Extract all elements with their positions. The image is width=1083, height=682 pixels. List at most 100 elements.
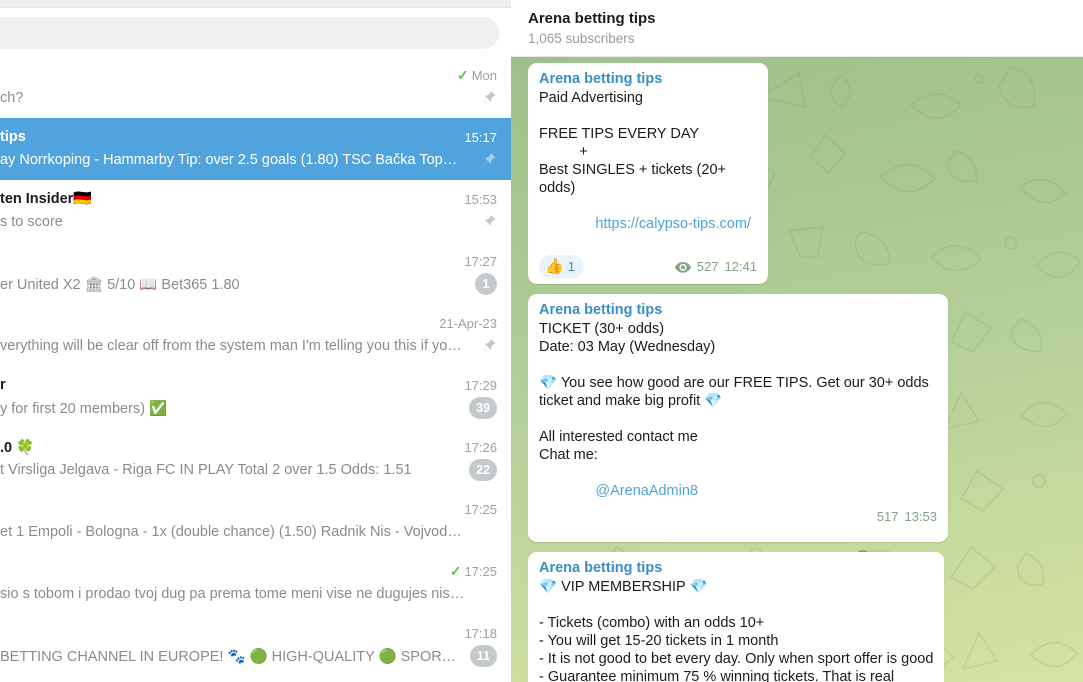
chat-time-text: 17:27 <box>464 253 497 269</box>
chat-title: tips <box>0 129 26 145</box>
chat-preview: ay Norrkoping - Hammarby Tip: over 2.5 g… <box>0 152 465 168</box>
message-mention[interactable]: @ArenaAdmin8 <box>595 483 698 499</box>
chat-meta: 39 <box>469 397 497 419</box>
chat-preview: t Virsliga Jelgava - Riga FC IN PLAY Tot… <box>0 462 412 478</box>
message-text: TICKET (30+ odds) Date: 03 May (Wednesda… <box>539 321 929 463</box>
chat-timestamp: 21-Apr-23 <box>439 316 497 331</box>
chat-title-text: ten Insider <box>0 191 74 207</box>
message-meta: 527 12:41 <box>674 259 757 274</box>
chat-preview: y for first 20 members) ✅ <box>0 400 168 417</box>
chat-list-panel: ✓ Mon ch? tips 15:17 ay Norrkoping - Ham… <box>0 0 511 682</box>
pin-icon <box>481 90 497 106</box>
chat-meta <box>475 90 497 106</box>
chat-timestamp: 15:17 <box>464 130 497 145</box>
unread-badge: 11 <box>469 645 497 667</box>
search-input[interactable] <box>0 25 485 41</box>
chat-list-item[interactable]: 17:27 er United X2 🏛 5/10 📖 Bet365 1.80 … <box>0 242 511 304</box>
chat-preview: sio s tobom i prodao tvoj dug pa prema t… <box>0 586 465 602</box>
unread-badge: 39 <box>469 397 497 419</box>
chat-header-title: Arena betting tips <box>528 10 656 27</box>
message-author[interactable]: Arena betting tips <box>539 301 937 320</box>
chat-timestamp: 17:26 <box>464 440 497 455</box>
pin-icon <box>481 152 497 168</box>
chat-time-text: Mon <box>471 67 497 83</box>
message-bubble[interactable]: Arena betting tips Paid Advertising FREE… <box>528 63 768 284</box>
message-link[interactable]: https://calypso-tips.com/ <box>595 216 751 232</box>
message-row: Arena betting tips 💎 VIP MEMBERSHIP 💎 - … <box>511 552 1083 682</box>
message-list[interactable]: Arena betting tips Paid Advertising FREE… <box>511 57 1083 682</box>
message-text: Paid Advertising FREE TIPS EVERY DAY + B… <box>539 90 726 196</box>
chat-preview: BETTING CHANNEL IN EUROPE! 🐾 🟢 HIGH-QUAL… <box>0 648 460 665</box>
reaction-count: 1 <box>567 259 575 274</box>
message-time: 13:53 <box>904 509 937 524</box>
chat-preview: er United X2 🏛 5/10 📖 Bet365 1.80 <box>0 276 240 293</box>
chat-time-text: 15:53 <box>464 191 497 207</box>
chat-time-text: 17:29 <box>464 377 497 393</box>
chat-title: r <box>0 377 6 393</box>
chat-list-item[interactable]: ten Insider🇩🇪 15:53 s to score <box>0 180 511 242</box>
window-top-strip <box>0 0 511 8</box>
views-eye-icon <box>674 261 691 273</box>
chat-time-text: 17:26 <box>464 439 497 455</box>
chat-meta: 1 <box>475 273 497 295</box>
chat-list-item[interactable]: ✓ Mon ch? <box>0 56 511 118</box>
unread-badge: 22 <box>469 459 497 481</box>
pin-icon <box>481 214 497 230</box>
chat-timestamp: 17:18 <box>464 626 497 641</box>
message-author[interactable]: Arena betting tips <box>539 70 757 89</box>
unread-badge: 1 <box>475 273 497 295</box>
message-mention-line: @ArenaAdmin8 517 13:53 <box>539 464 937 561</box>
chat-list-item[interactable]: 17:25 et 1 Empoli - Bologna - 1x (double… <box>0 490 511 552</box>
chat-meta: 22 <box>469 459 497 481</box>
chat-time-text: 17:25 <box>464 501 497 517</box>
chat-preview: ch? <box>0 90 24 106</box>
view-count: 517 <box>876 509 899 524</box>
message-bubble[interactable]: Arena betting tips TICKET (30+ odds) Dat… <box>528 294 948 561</box>
chat-preview: et 1 Empoli - Bologna - 1x (double chanc… <box>0 524 465 540</box>
chat-meta <box>475 338 497 354</box>
chat-list-item[interactable]: 17:18 BETTING CHANNEL IN EUROPE! 🐾 🟢 HIG… <box>0 614 511 676</box>
chat-list-item[interactable]: 21-Apr-23 verything will be clear off fr… <box>0 304 511 366</box>
message-link-line: https://calypso-tips.com/ <box>539 197 757 251</box>
chat-title: ten Insider🇩🇪 <box>0 191 454 207</box>
chat-timestamp: ✓ 17:25 <box>450 564 497 579</box>
chat-timestamp: 17:29 <box>464 378 497 393</box>
chat-title: .0 🍀 <box>0 439 35 456</box>
thumbs-up-icon: 👍 <box>545 258 564 275</box>
chat-time-text: 21-Apr-23 <box>439 315 497 331</box>
message-footer: 👍 1 527 12:41 <box>539 255 757 278</box>
chat-header-subtitle: 1,065 subscribers <box>528 31 635 46</box>
chat-preview: s to score <box>0 214 63 230</box>
message-author[interactable]: Arena betting tips <box>539 559 933 578</box>
chat-list[interactable]: ✓ Mon ch? tips 15:17 ay Norrkoping - Ham… <box>0 56 511 676</box>
chat-timestamp: ✓ Mon <box>457 68 497 83</box>
pin-icon <box>481 338 497 354</box>
chat-timestamp: 17:25 <box>464 502 497 517</box>
read-tick-icon: ✓ <box>449 563 462 579</box>
chat-meta <box>475 152 497 168</box>
message-row: Arena betting tips TICKET (30+ odds) Dat… <box>511 294 1083 561</box>
reaction-thumbs-up[interactable]: 👍 1 <box>539 255 584 278</box>
chat-meta <box>475 214 497 230</box>
chat-time-text: 17:25 <box>464 563 497 579</box>
chat-timestamp: 17:27 <box>464 254 497 269</box>
chat-list-item[interactable]: r 17:29 y for first 20 members) ✅ 39 <box>0 366 511 428</box>
chat-list-item-selected[interactable]: tips 15:17 ay Norrkoping - Hammarby Tip:… <box>0 118 511 180</box>
chat-list-item[interactable]: .0 🍀 17:26 t Virsliga Jelgava - Riga FC … <box>0 428 511 490</box>
chat-list-item[interactable]: ✓ 17:25 sio s tobom i prodao tvoj dug pa… <box>0 552 511 614</box>
message-row: Arena betting tips Paid Advertising FREE… <box>511 63 1083 284</box>
flag-germany-icon: 🇩🇪 <box>73 191 93 207</box>
chat-panel: Arena betting tips 1,065 subscribers Are… <box>511 0 1083 682</box>
chat-header[interactable]: Arena betting tips 1,065 subscribers <box>511 0 1083 57</box>
message-area: Arena betting tips Paid Advertising FREE… <box>511 57 1083 682</box>
message-bubble[interactable]: Arena betting tips 💎 VIP MEMBERSHIP 💎 - … <box>528 552 945 682</box>
message-time: 12:41 <box>724 259 757 274</box>
chat-timestamp: 15:53 <box>464 192 497 207</box>
chat-meta: 11 <box>469 645 497 667</box>
message-text: 💎 VIP MEMBERSHIP 💎 - Tickets (combo) wit… <box>539 579 934 682</box>
search-box[interactable] <box>0 17 499 49</box>
read-tick-icon: ✓ <box>456 67 469 83</box>
telegram-window: ✓ Mon ch? tips 15:17 ay Norrkoping - Ham… <box>0 0 1083 682</box>
chat-time-text: 15:17 <box>464 129 497 145</box>
view-count: 527 <box>696 259 719 274</box>
